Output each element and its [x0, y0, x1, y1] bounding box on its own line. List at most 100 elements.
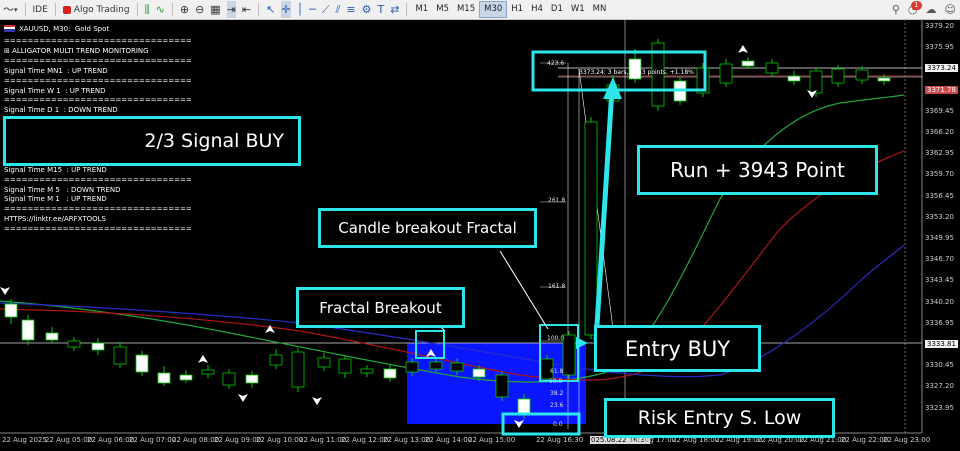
- timeframe-group: M1 M5 M15 M30 H1 H4 D1 W1 MN: [411, 1, 610, 18]
- fractal-down-arrow: [312, 397, 322, 405]
- zoom-in-button[interactable]: ⊕: [177, 1, 192, 18]
- candle-body: [338, 358, 352, 374]
- price-label: 3371.78: [925, 85, 958, 94]
- fractal-up-arrow: [198, 355, 208, 363]
- fib-level-label: 261.8: [548, 197, 566, 204]
- candle-body: [719, 63, 733, 84]
- terminal-window: 〜 ▾ IDE Algo Trading ⫼ ∿ ⊕ ⊖ ▦ ⇥ ⇤ ↖ ✛ │ …: [0, 0, 960, 451]
- fib-level-label: 100.0: [547, 335, 565, 342]
- price-label: 3369.45: [925, 106, 954, 115]
- price-label: 3353.20: [925, 212, 954, 221]
- price-label: 3359.70: [925, 170, 954, 179]
- fib-level-label: 38.2: [550, 390, 564, 397]
- timeframe-m5[interactable]: M5: [432, 2, 453, 17]
- timeframe-m1[interactable]: M1: [411, 2, 432, 17]
- fractal-breakout-annotation: Fractal Breakout: [296, 287, 465, 328]
- chart-area[interactable]: XAUUSD, M30: Gold Spot =================…: [0, 19, 960, 451]
- vertical-line-button[interactable]: │: [294, 1, 307, 18]
- price-label: 3373.24: [925, 64, 958, 73]
- entry-buy-annotation: Entry BUY: [594, 325, 761, 372]
- autoscroll-button[interactable]: ⇥: [224, 1, 239, 18]
- price-label: 3343.45: [925, 276, 954, 285]
- price-label: 3349.95: [925, 234, 954, 242]
- fib-level-label: 61.8: [550, 368, 564, 375]
- candle-body: [787, 75, 801, 82]
- risk-entry-annotation: Risk Entry S. Low: [604, 398, 835, 438]
- fibonacci-button[interactable]: ≡: [343, 1, 358, 18]
- ide-button[interactable]: IDE: [30, 1, 51, 18]
- timeframe-h4[interactable]: H4: [527, 2, 547, 17]
- timeframe-h1[interactable]: H1: [507, 2, 527, 17]
- info-line: Signal Time M15 : UP TREND: [4, 165, 107, 174]
- fractal-breakout-label: Fractal Breakout: [319, 298, 442, 317]
- line-chart-icon: 〜: [3, 3, 14, 16]
- risk-entry-label: Risk Entry S. Low: [637, 407, 802, 429]
- price-label: 3330.45: [925, 361, 954, 370]
- horizontal-line-button[interactable]: ─: [306, 1, 319, 18]
- time-label: 22 Aug 08:00: [172, 436, 220, 444]
- info-line: ================================: [4, 225, 192, 234]
- info-line: ⊞ ALLIGATOR MULTI TREND MONITORING: [4, 46, 149, 55]
- grid-button[interactable]: ▦: [207, 1, 223, 18]
- timeframe-m15[interactable]: M15: [453, 2, 479, 17]
- crosshair-button[interactable]: ✛: [278, 1, 293, 18]
- search-icon[interactable]: ⚲: [892, 3, 900, 16]
- candle-body: [291, 351, 305, 388]
- price-label: 3375.95: [925, 43, 954, 52]
- fib-level-label: 161.8: [548, 283, 566, 290]
- timeframe-d1[interactable]: D1: [547, 2, 567, 17]
- vertical-line-icon: │: [296, 3, 304, 16]
- signal-buy-label: 2/3 Signal BUY: [144, 130, 284, 152]
- algo-trading-button[interactable]: Algo Trading: [60, 1, 133, 18]
- info-line: ================================: [4, 205, 192, 214]
- price-label: 3346.70: [925, 255, 954, 264]
- candle-body: [4, 303, 18, 318]
- bar-chart-button[interactable]: ⫼: [142, 1, 153, 18]
- separator: [136, 3, 138, 16]
- time-label: 22 Aug 16:30: [536, 436, 584, 444]
- signal-buy-annotation: 2/3 Signal BUY: [3, 116, 301, 166]
- time-label: 22 Aug 15:00: [468, 436, 516, 444]
- shapes-button[interactable]: ⚙: [359, 1, 375, 18]
- chart-shift-button[interactable]: ⇤: [239, 1, 254, 18]
- trendline-button[interactable]: ⟋: [319, 1, 333, 18]
- info-line: ================================: [4, 175, 192, 184]
- time-label: 22 Aug 10:00: [256, 436, 304, 444]
- candle-body: [135, 354, 149, 373]
- separator: [24, 3, 26, 16]
- timeframe-w1[interactable]: W1: [567, 2, 589, 17]
- toolbar: 〜 ▾ IDE Algo Trading ⫼ ∿ ⊕ ⊖ ▦ ⇥ ⇤ ↖ ✛ │ …: [0, 0, 960, 20]
- candle-breakout-annotation: Candle breakout Fractal: [318, 208, 537, 248]
- text-button[interactable]: T: [375, 1, 388, 18]
- community-icon[interactable]: ☁: [926, 3, 937, 16]
- time-label: 22 Aug 14:00: [425, 436, 473, 444]
- price-label: 3356.45: [925, 191, 954, 200]
- time-label: 22 Aug 06:00: [87, 436, 135, 444]
- zoom-out-button[interactable]: ⊖: [192, 1, 207, 18]
- time-label: 22 Aug 09:00: [214, 436, 262, 444]
- notification-badge: 1: [911, 1, 922, 10]
- grid-icon: ▦: [210, 3, 221, 16]
- bars-icon: ⫼: [144, 3, 150, 16]
- time-label: 22 Aug 13:00: [383, 436, 431, 444]
- candle-body: [317, 357, 331, 368]
- candle-body: [562, 334, 576, 376]
- account-icon[interactable]: ☺: [945, 3, 956, 16]
- notifications-icon[interactable]: ◔1: [908, 1, 922, 16]
- fractal-down-arrow: [238, 394, 248, 402]
- fractal-up-arrow: [738, 45, 748, 53]
- arrows-button[interactable]: ⇄: [387, 1, 402, 18]
- candle-body: [269, 354, 283, 366]
- channel-icon: ⫽: [335, 3, 341, 16]
- timeframe-mn[interactable]: MN: [589, 2, 611, 17]
- line-chart-button[interactable]: ∿: [153, 1, 168, 18]
- fib-level-label: 0.0: [553, 421, 563, 428]
- chevron-down-icon: ▾: [14, 5, 18, 14]
- symbol-title: XAUUSD, M30: Gold Spot: [19, 25, 110, 33]
- cursor-button[interactable]: ↖: [263, 1, 278, 18]
- separator: [406, 3, 408, 16]
- chart-type-dropdown[interactable]: 〜 ▾: [0, 1, 21, 18]
- shapes-icon: ⚙: [361, 3, 372, 16]
- channel-button[interactable]: ⫽: [333, 1, 344, 18]
- timeframe-m30[interactable]: M30: [479, 1, 508, 18]
